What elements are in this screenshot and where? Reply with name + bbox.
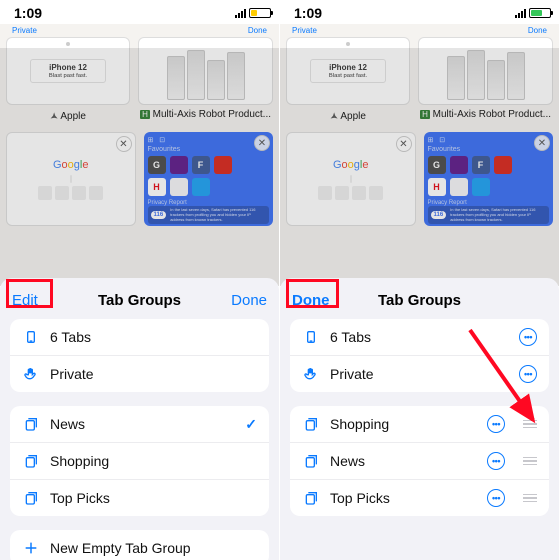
tab-overview: Private Done iPhone 12 Blast past fast. …	[280, 24, 559, 286]
overview-done: Done	[248, 26, 267, 35]
group-icon	[302, 489, 320, 507]
row-all-tabs[interactable]: 6 Tabs •••	[290, 319, 549, 356]
tab-overview: Private Done iPhone 12 Blast past fast. …	[0, 24, 279, 286]
checkmark-icon: ✓	[245, 416, 257, 433]
battery-icon	[529, 8, 551, 18]
status-bar: 1:09	[0, 0, 279, 24]
status-time: 1:09	[294, 5, 322, 21]
row-shopping[interactable]: Shopping •••	[290, 406, 549, 443]
cellular-icon	[515, 8, 526, 18]
group-icon	[22, 415, 40, 433]
left-panel: 1:09 Private Done iPhone 12 Blast past f…	[0, 0, 280, 560]
row-private[interactable]: Private	[10, 356, 269, 392]
private-toggle: Private	[12, 26, 37, 35]
cellular-icon	[235, 8, 246, 18]
drag-handle-icon[interactable]	[523, 457, 537, 466]
hand-icon	[302, 365, 320, 383]
hand-icon	[22, 365, 40, 383]
battery-icon	[249, 8, 271, 18]
done-button[interactable]: Done	[292, 292, 330, 309]
row-shopping[interactable]: Shopping	[10, 443, 269, 480]
plus-icon	[22, 539, 40, 557]
tab-groups-sheet-edit: Done Tab Groups 6 Tabs ••• Private ••• S…	[280, 278, 559, 560]
more-icon[interactable]: •••	[487, 452, 505, 470]
edit-button[interactable]: Edit	[12, 292, 38, 309]
more-icon[interactable]: •••	[487, 415, 505, 433]
group-icon	[22, 489, 40, 507]
more-icon[interactable]: •••	[519, 328, 537, 346]
right-panel: 1:09 Private Done iPhone 12 Blast past f…	[280, 0, 560, 560]
group-icon	[302, 452, 320, 470]
row-all-tabs[interactable]: 6 Tabs	[10, 319, 269, 356]
drag-handle-icon[interactable]	[523, 420, 537, 429]
drag-handle-icon[interactable]	[523, 494, 537, 503]
row-toppicks[interactable]: Top Picks •••	[290, 480, 549, 516]
row-news[interactable]: News •••	[290, 443, 549, 480]
row-news[interactable]: News ✓	[10, 406, 269, 443]
tabs-icon	[302, 328, 320, 346]
status-time: 1:09	[14, 5, 42, 21]
done-button[interactable]: Done	[231, 292, 267, 309]
row-toppicks[interactable]: Top Picks	[10, 480, 269, 516]
group-icon	[302, 415, 320, 433]
row-new-group[interactable]: New Empty Tab Group	[10, 530, 269, 560]
status-bar: 1:09	[280, 0, 559, 24]
tab-groups-sheet: Edit Tab Groups Done 6 Tabs Private News…	[0, 278, 279, 560]
row-private[interactable]: Private •••	[290, 356, 549, 392]
more-icon[interactable]: •••	[487, 489, 505, 507]
more-icon[interactable]: •••	[519, 365, 537, 383]
group-icon	[22, 452, 40, 470]
tabs-icon	[22, 328, 40, 346]
